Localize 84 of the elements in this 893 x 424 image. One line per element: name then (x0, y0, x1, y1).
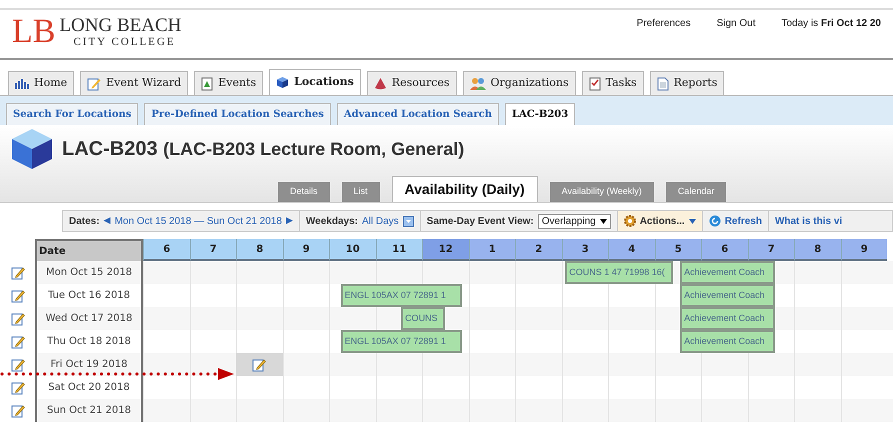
event-block[interactable]: COUNS (401, 307, 446, 330)
view-select[interactable]: Overlapping (538, 214, 611, 228)
checklist-icon (588, 76, 601, 90)
nav-tab[interactable]: Event Wizard (80, 71, 188, 95)
hour-header: 2 (515, 239, 562, 261)
edit-icon[interactable] (10, 380, 24, 394)
hour-header: 7 (748, 239, 794, 261)
new-event-slot[interactable] (236, 353, 282, 376)
event-block[interactable]: COUNS 1 47 71998 16( (565, 261, 674, 284)
hour-header: 4 (608, 239, 654, 261)
view-tab[interactable]: Availability (Daily) (392, 176, 538, 202)
hour-header: 10 (329, 239, 376, 261)
previous-button[interactable]: ◀ (104, 214, 111, 228)
actions-button[interactable]: Actions... (618, 211, 703, 231)
hour-header: 1 (468, 239, 515, 261)
edit-icon[interactable] (10, 288, 24, 302)
event-block[interactable]: Achievement Coach (680, 307, 776, 330)
header-link[interactable]: Preferences (636, 16, 691, 31)
view-label: Same-Day Event View: (426, 214, 534, 228)
page-icon (201, 76, 214, 90)
edit-icon (87, 76, 102, 90)
sub-tab[interactable]: Pre-Defined Location Searches (144, 103, 331, 125)
cube-icon (10, 127, 54, 171)
hour-header: 9 (282, 239, 329, 261)
bars-icon (15, 78, 29, 90)
logo-subtitle: CITY COLLEGE (72, 35, 177, 48)
dates-label: Dates: (69, 214, 100, 228)
weekdays-label: Weekdays: (306, 214, 358, 228)
event-block[interactable]: ENGL 105AX 07 72891 1 (340, 284, 462, 307)
date-cell: Sun Oct 21 2018 (35, 399, 143, 422)
date-range: Mon Oct 15 2018 — Sun Oct 21 2018 (114, 214, 282, 228)
sub-tab[interactable]: Advanced Location Search (336, 103, 499, 125)
nav-tab[interactable]: Locations (269, 69, 361, 95)
nav-tab[interactable]: Tasks (582, 71, 644, 95)
logo-mark: LB (12, 12, 56, 52)
next-button[interactable]: ▶ (286, 214, 293, 228)
cone-icon (374, 77, 387, 90)
view-tab[interactable]: Calendar (666, 182, 726, 202)
refresh-button[interactable]: Refresh (702, 211, 769, 231)
nav-tab[interactable]: Events (194, 71, 264, 95)
caret-icon (688, 218, 696, 224)
nav-tab[interactable]: Resources (366, 71, 457, 95)
nav-tab[interactable]: Organizations (462, 71, 576, 95)
caret-icon (600, 218, 607, 224)
hour-header: 6 (701, 239, 748, 261)
cube-icon (276, 76, 290, 89)
event-block[interactable]: Achievement Coach (680, 261, 776, 284)
hour-header: 12 (422, 239, 468, 261)
date-column-header: Date (35, 239, 143, 261)
edit-icon[interactable] (10, 312, 24, 326)
refresh-icon (708, 215, 721, 227)
hour-header: 7 (190, 239, 236, 261)
edit-icon[interactable] (10, 334, 24, 348)
document-icon (656, 76, 669, 90)
today-text: Today is Fri Oct 12 20 (782, 17, 881, 31)
hour-header: 3 (562, 239, 608, 261)
event-block[interactable]: Achievement Coach (680, 284, 776, 307)
view-tab[interactable]: Details (278, 182, 330, 202)
weekdays-link[interactable]: All Days (362, 214, 399, 228)
sub-tab[interactable]: LAC-B203 (504, 103, 576, 125)
gear-icon (624, 215, 636, 227)
view-tab[interactable]: List (342, 182, 380, 202)
people-icon (470, 76, 486, 90)
hour-header: 8 (236, 239, 282, 261)
edit-icon[interactable] (10, 404, 24, 418)
event-block[interactable]: ENGL 105AX 07 72891 1 (340, 330, 462, 353)
nav-tab[interactable]: Reports (650, 71, 724, 95)
hour-header: 5 (654, 239, 701, 261)
edit-icon[interactable] (252, 358, 266, 372)
help-link[interactable]: What is this vi (768, 211, 848, 231)
sub-tab[interactable]: Search For Locations (6, 103, 138, 125)
nav-tab[interactable]: Home (8, 71, 74, 95)
header-link[interactable]: Sign Out (716, 16, 756, 31)
edit-icon[interactable] (10, 358, 24, 372)
hour-header: 9 (840, 239, 887, 261)
location-title: LAC-B203 (LAC-B203 Lecture Room, General) (62, 137, 464, 162)
hour-header: 11 (376, 239, 422, 261)
hour-header: 6 (143, 239, 190, 261)
event-block[interactable]: Achievement Coach (680, 330, 776, 353)
view-tab[interactable]: Availability (Weekly) (550, 182, 654, 202)
dropdown-icon[interactable] (402, 216, 414, 226)
edit-icon[interactable] (10, 266, 24, 280)
hour-header: 8 (794, 239, 840, 261)
logo-title: LONG BEACH (59, 16, 182, 35)
